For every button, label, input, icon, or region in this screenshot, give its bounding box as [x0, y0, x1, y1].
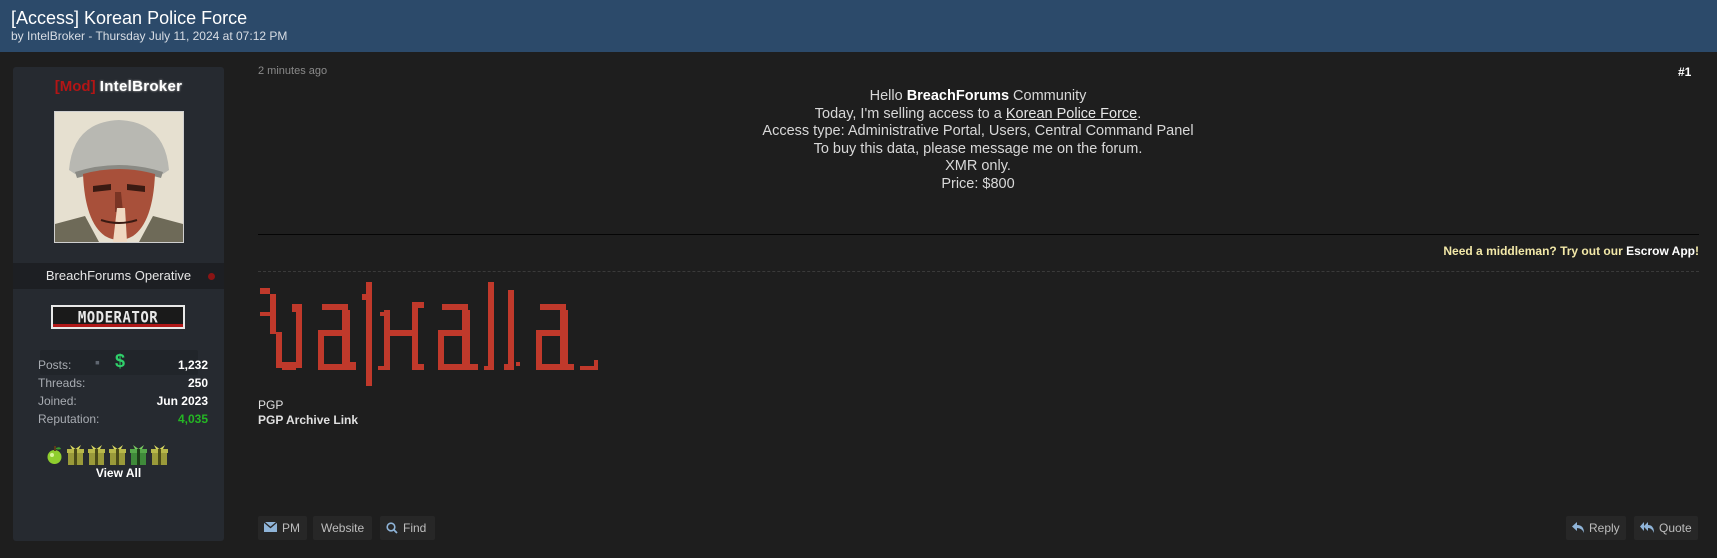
pgp-archive-link[interactable]: PGP Archive Link: [258, 413, 358, 427]
signature-divider: [258, 234, 1699, 235]
gift-icon[interactable]: [151, 444, 168, 466]
double-reply-icon: [1640, 522, 1654, 533]
stat-joined: Joined: Jun 2023: [38, 394, 208, 412]
valhalla-banner-image: [260, 282, 598, 386]
reply-button[interactable]: Reply: [1566, 516, 1626, 540]
post-line-access-type: Access type: Administrative Portal, User…: [762, 123, 1194, 139]
quote-button[interactable]: Quote: [1634, 516, 1698, 540]
post-line-hello: Hello BreachForums Community: [869, 88, 1087, 104]
awards-row: [46, 444, 194, 468]
envelope-icon: [264, 522, 277, 532]
stat-label: Posts:: [38, 358, 72, 372]
find-button[interactable]: Find: [380, 516, 435, 540]
post-line-price: Price: $800: [941, 175, 1015, 192]
website-button[interactable]: Website: [313, 516, 372, 540]
gift-icon[interactable]: [67, 444, 84, 466]
avatar[interactable]: [54, 111, 184, 243]
thread-title: [Access] Korean Police Force: [11, 8, 248, 28]
middleman-notice[interactable]: Need a middleman? Try out our Escrow App…: [1443, 244, 1699, 258]
avatar-image: [55, 112, 183, 242]
post-line-selling: Today, I'm selling access to a Korean Po…: [814, 105, 1142, 122]
apple-icon[interactable]: [46, 444, 63, 466]
stat-label: Reputation:: [38, 412, 100, 426]
usertitle: BreachForums Operative: [45, 268, 192, 283]
forum-name: BreachForums: [906, 88, 1010, 104]
escrow-app-link[interactable]: Escrow App: [1626, 244, 1695, 258]
pgp-label[interactable]: PGP: [258, 398, 283, 412]
gift-icon[interactable]: [130, 444, 147, 466]
gift-icon[interactable]: [109, 444, 126, 466]
post-body: Hello BreachForums Community Today, I'm …: [258, 88, 1698, 193]
post-number-link[interactable]: #1: [1678, 65, 1691, 79]
stat-posts: Posts: 1,232: [38, 358, 208, 376]
gift-icon[interactable]: [88, 444, 105, 466]
rank-text: MODERATOR: [77, 308, 159, 328]
author-panel: [Mod] IntelBroker BreachForums Operative…: [13, 67, 224, 541]
thread-meta: by IntelBroker - Thursday July 11, 2024 …: [11, 29, 288, 43]
usertitle-bar: BreachForums Operative: [13, 263, 224, 289]
view-all-awards-link[interactable]: View All: [13, 466, 224, 480]
search-icon: [386, 522, 398, 534]
stat-reputation: Reputation: 4,035: [38, 412, 208, 430]
mod-tag: [Mod]: [54, 78, 96, 95]
stat-value: Jun 2023: [156, 394, 208, 408]
reputation-value[interactable]: 4,035: [178, 412, 208, 426]
post-line-buy: To buy this data, please message me on t…: [813, 140, 1143, 157]
stat-value: 1,232: [177, 358, 208, 372]
author-username[interactable]: [Mod] IntelBroker: [13, 78, 224, 95]
username[interactable]: IntelBroker: [100, 78, 183, 95]
thread-header: [Access] Korean Police Force by IntelBro…: [0, 0, 1717, 52]
post-timestamp[interactable]: 2 minutes ago: [258, 65, 327, 77]
stat-value: 250: [187, 376, 208, 390]
pm-button[interactable]: PM: [258, 516, 307, 540]
post-line-xmr: XMR only.: [945, 158, 1011, 174]
reply-arrow-icon: [1572, 522, 1584, 533]
target-link[interactable]: Korean Police Force: [1006, 106, 1137, 122]
stat-threads: Threads: 250: [38, 376, 208, 394]
offline-status-dot: [208, 273, 215, 280]
dashed-divider: [258, 271, 1699, 272]
stat-label: Threads:: [38, 376, 86, 390]
stat-label: Joined:: [38, 394, 77, 408]
rank-badge: MODERATOR: [51, 305, 185, 329]
